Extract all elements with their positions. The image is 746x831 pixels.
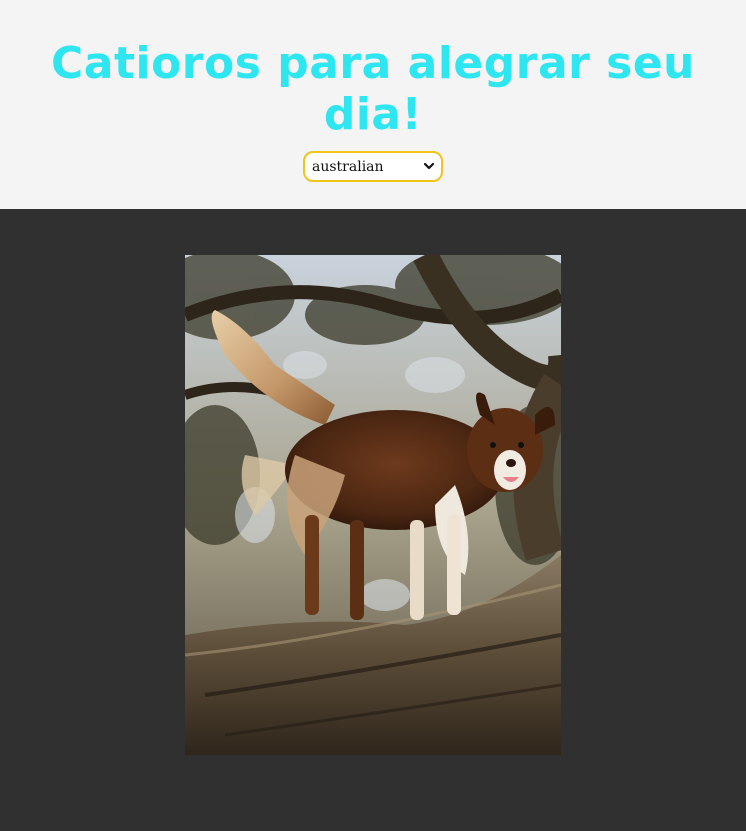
dog-photo [185, 255, 561, 755]
breed-select-value: australian [312, 159, 384, 175]
page-title: Catioros para alegrar seu dia! [50, 38, 696, 140]
chevron-down-icon [423, 162, 435, 170]
breed-select[interactable]: australian [303, 151, 443, 182]
header: Catioros para alegrar seu dia! australia… [0, 0, 746, 209]
